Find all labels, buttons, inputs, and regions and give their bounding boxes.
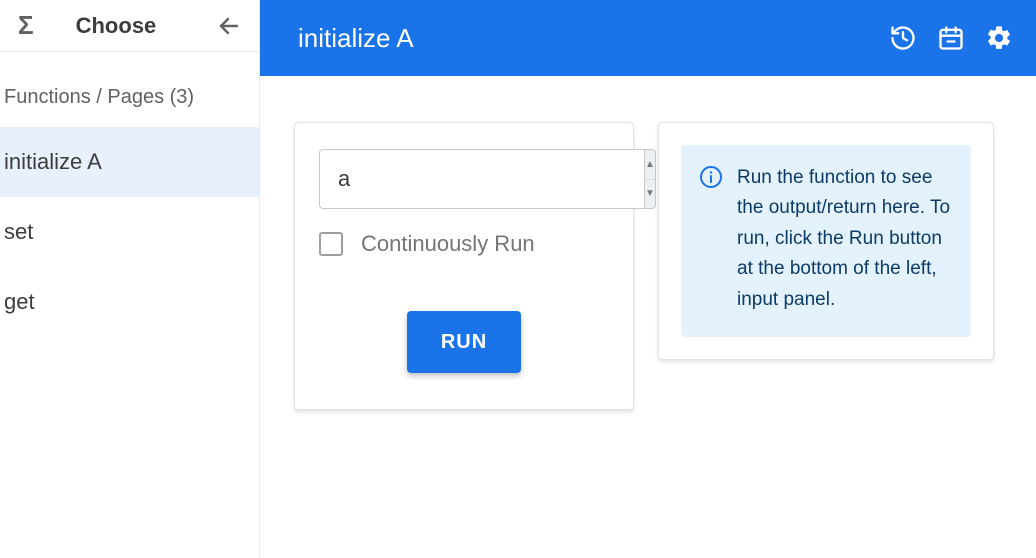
stepper-buttons: ▲ ▼	[644, 149, 656, 209]
output-card: Run the function to see the output/retur…	[658, 122, 994, 360]
value-input[interactable]	[319, 149, 644, 209]
main: initialize A ▲ ▼	[260, 0, 1036, 558]
continuously-run-label: Continuously Run	[361, 231, 535, 257]
sidebar: Σ Choose Functions / Pages (3) initializ…	[0, 0, 260, 558]
value-stepper: ▲ ▼	[319, 149, 609, 209]
sidebar-item-label: set	[4, 219, 33, 245]
sidebar-item-initialize-a[interactable]: initialize A	[0, 127, 259, 197]
workspace: ▲ ▼ Continuously Run RUN Run the functio…	[260, 76, 1036, 558]
run-button[interactable]: RUN	[407, 311, 521, 373]
choose-label: Choose	[76, 13, 215, 39]
sidebar-top: Σ Choose	[0, 0, 259, 52]
sidebar-item-set[interactable]: set	[0, 197, 259, 267]
page-title: initialize A	[298, 23, 888, 54]
calendar-icon[interactable]	[936, 23, 966, 53]
input-card: ▲ ▼ Continuously Run RUN	[294, 122, 634, 410]
sigma-icon: Σ	[18, 10, 34, 41]
continuously-run-row: Continuously Run	[319, 231, 609, 257]
titlebar-icons	[888, 23, 1014, 53]
info-icon	[699, 165, 723, 189]
history-icon[interactable]	[888, 23, 918, 53]
sidebar-item-label: initialize A	[4, 149, 102, 175]
step-down-icon[interactable]: ▼	[645, 180, 655, 209]
info-box: Run the function to see the output/retur…	[681, 145, 971, 337]
gear-icon[interactable]	[984, 23, 1014, 53]
functions-section-header: Functions / Pages (3)	[0, 52, 259, 127]
sidebar-item-label: get	[4, 289, 35, 315]
continuously-run-checkbox[interactable]	[319, 232, 343, 256]
step-up-icon[interactable]: ▲	[645, 150, 655, 180]
sidebar-item-get[interactable]: get	[0, 267, 259, 337]
info-text: Run the function to see the output/retur…	[737, 163, 951, 315]
back-arrow-icon[interactable]	[215, 12, 243, 40]
titlebar: initialize A	[260, 0, 1036, 76]
